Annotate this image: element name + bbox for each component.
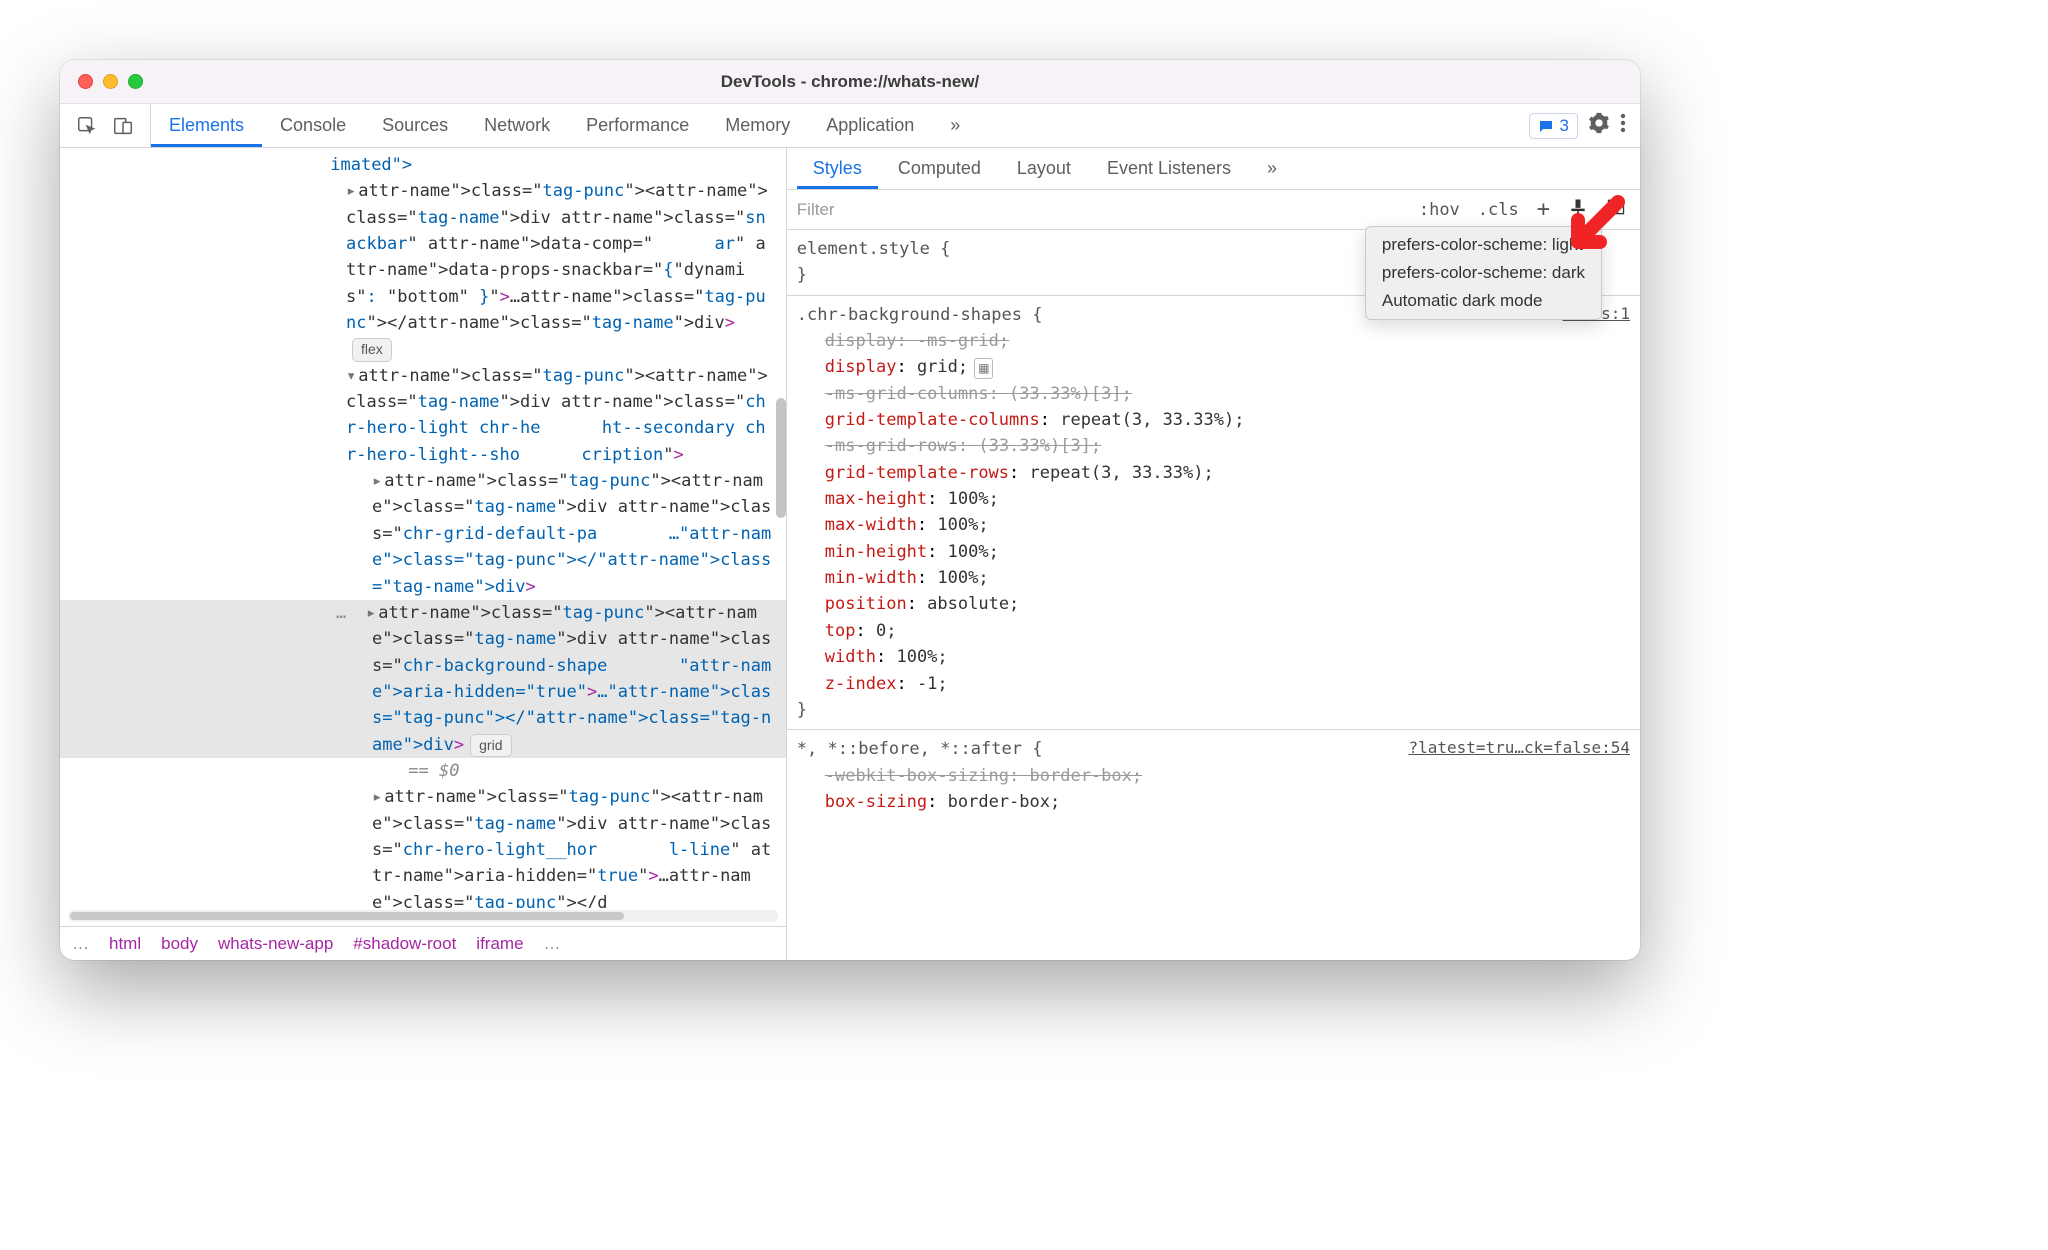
titlebar: DevTools - chrome://whats-new/ (60, 60, 1640, 104)
dom-line[interactable]: …▸attr-name">class="tag-punc"><attr-name… (60, 600, 786, 758)
dom-line[interactable]: ▸attr-name">class="tag-punc"><attr-name"… (60, 468, 786, 600)
dom-line[interactable]: ▸attr-name">class="tag-punc"><attr-name"… (60, 178, 786, 362)
crumb-app[interactable]: whats-new-app (218, 934, 333, 954)
dom-line[interactable]: imated"> (60, 152, 786, 178)
cls-toggle[interactable]: .cls (1474, 200, 1523, 220)
subtab-layout[interactable]: Layout (1001, 148, 1087, 189)
styles-toolbar: :hov .cls + (787, 190, 1640, 230)
toolbar-right: 3 (1515, 104, 1640, 147)
horizontal-scrollbar[interactable] (68, 910, 778, 922)
breadcrumb-suffix: … (544, 934, 561, 954)
more-menu-button[interactable] (1620, 113, 1626, 138)
subtab-styles[interactable]: Styles (797, 148, 878, 189)
tab-sources[interactable]: Sources (364, 104, 466, 147)
devtools-window: DevTools - chrome://whats-new/ Elements … (60, 60, 1640, 960)
annotation-arrow-icon (1558, 192, 1628, 267)
kebab-icon (1620, 113, 1626, 133)
issues-badge[interactable]: 3 (1529, 113, 1578, 139)
styles-panel: Styles Computed Layout Event Listeners »… (787, 148, 1640, 960)
popover-item-auto[interactable]: Automatic dark mode (1366, 287, 1601, 315)
tab-network[interactable]: Network (466, 104, 568, 147)
inspect-icon[interactable] (76, 115, 98, 137)
layout-badge[interactable]: grid (470, 734, 511, 758)
layout-badge[interactable]: flex (352, 338, 392, 362)
dom-tree[interactable]: imated">▸attr-name">class="tag-punc"><at… (60, 148, 786, 908)
crumb-shadow[interactable]: #shadow-root (353, 934, 456, 954)
hov-toggle[interactable]: :hov (1415, 200, 1464, 220)
rule-selector[interactable]: .chr-background-shapes (797, 305, 1032, 325)
dom-line[interactable]: ▾attr-name">class="tag-punc"><attr-name"… (60, 363, 786, 468)
gear-icon (1588, 112, 1610, 134)
tabs-overflow-button[interactable]: » (932, 104, 978, 147)
dom-line[interactable]: == $0 (60, 758, 786, 784)
panel-tabs: Elements Console Sources Network Perform… (151, 104, 1515, 147)
grid-editor-icon[interactable]: ▦ (974, 358, 993, 379)
subtab-computed[interactable]: Computed (882, 148, 997, 189)
sidebar-tabs: Styles Computed Layout Event Listeners » (787, 148, 1640, 190)
window-title: DevTools - chrome://whats-new/ (60, 72, 1640, 92)
issues-icon (1538, 119, 1554, 133)
rule-selector[interactable]: element.style { (797, 239, 951, 259)
issues-count: 3 (1560, 116, 1569, 136)
new-rule-button[interactable]: + (1533, 197, 1554, 222)
styles-filter-input[interactable] (797, 200, 1405, 220)
tab-console[interactable]: Console (262, 104, 364, 147)
tab-elements[interactable]: Elements (151, 104, 262, 147)
breadcrumb-bar: … html body whats-new-app #shadow-root i… (60, 926, 786, 960)
crumb-body[interactable]: body (161, 934, 198, 954)
crumb-html[interactable]: html (109, 934, 141, 954)
crumb-iframe[interactable]: iframe (476, 934, 523, 954)
tab-memory[interactable]: Memory (707, 104, 808, 147)
settings-button[interactable] (1588, 112, 1610, 139)
rule-source-link[interactable]: ?latest=tru…ck=false:54 (1408, 736, 1630, 761)
dom-line[interactable]: ▸attr-name">class="tag-punc"><attr-name"… (60, 784, 786, 908)
breadcrumb-prefix: … (72, 934, 89, 954)
subtabs-overflow[interactable]: » (1251, 148, 1293, 189)
subtab-listeners[interactable]: Event Listeners (1091, 148, 1247, 189)
styles-rules[interactable]: element.style {}n.css:1.chr-background-s… (787, 230, 1640, 960)
elements-panel: imated">▸attr-name">class="tag-punc"><at… (60, 148, 787, 960)
rule-selector[interactable]: *, *::before, *::after { (797, 739, 1043, 759)
main-split: imated">▸attr-name">class="tag-punc"><at… (60, 148, 1640, 960)
tab-performance[interactable]: Performance (568, 104, 707, 147)
toolbar-left (60, 104, 151, 147)
main-toolbar: Elements Console Sources Network Perform… (60, 104, 1640, 148)
scrollbar-thumb[interactable] (776, 398, 786, 518)
tab-application[interactable]: Application (808, 104, 932, 147)
device-toggle-icon[interactable] (112, 115, 134, 137)
